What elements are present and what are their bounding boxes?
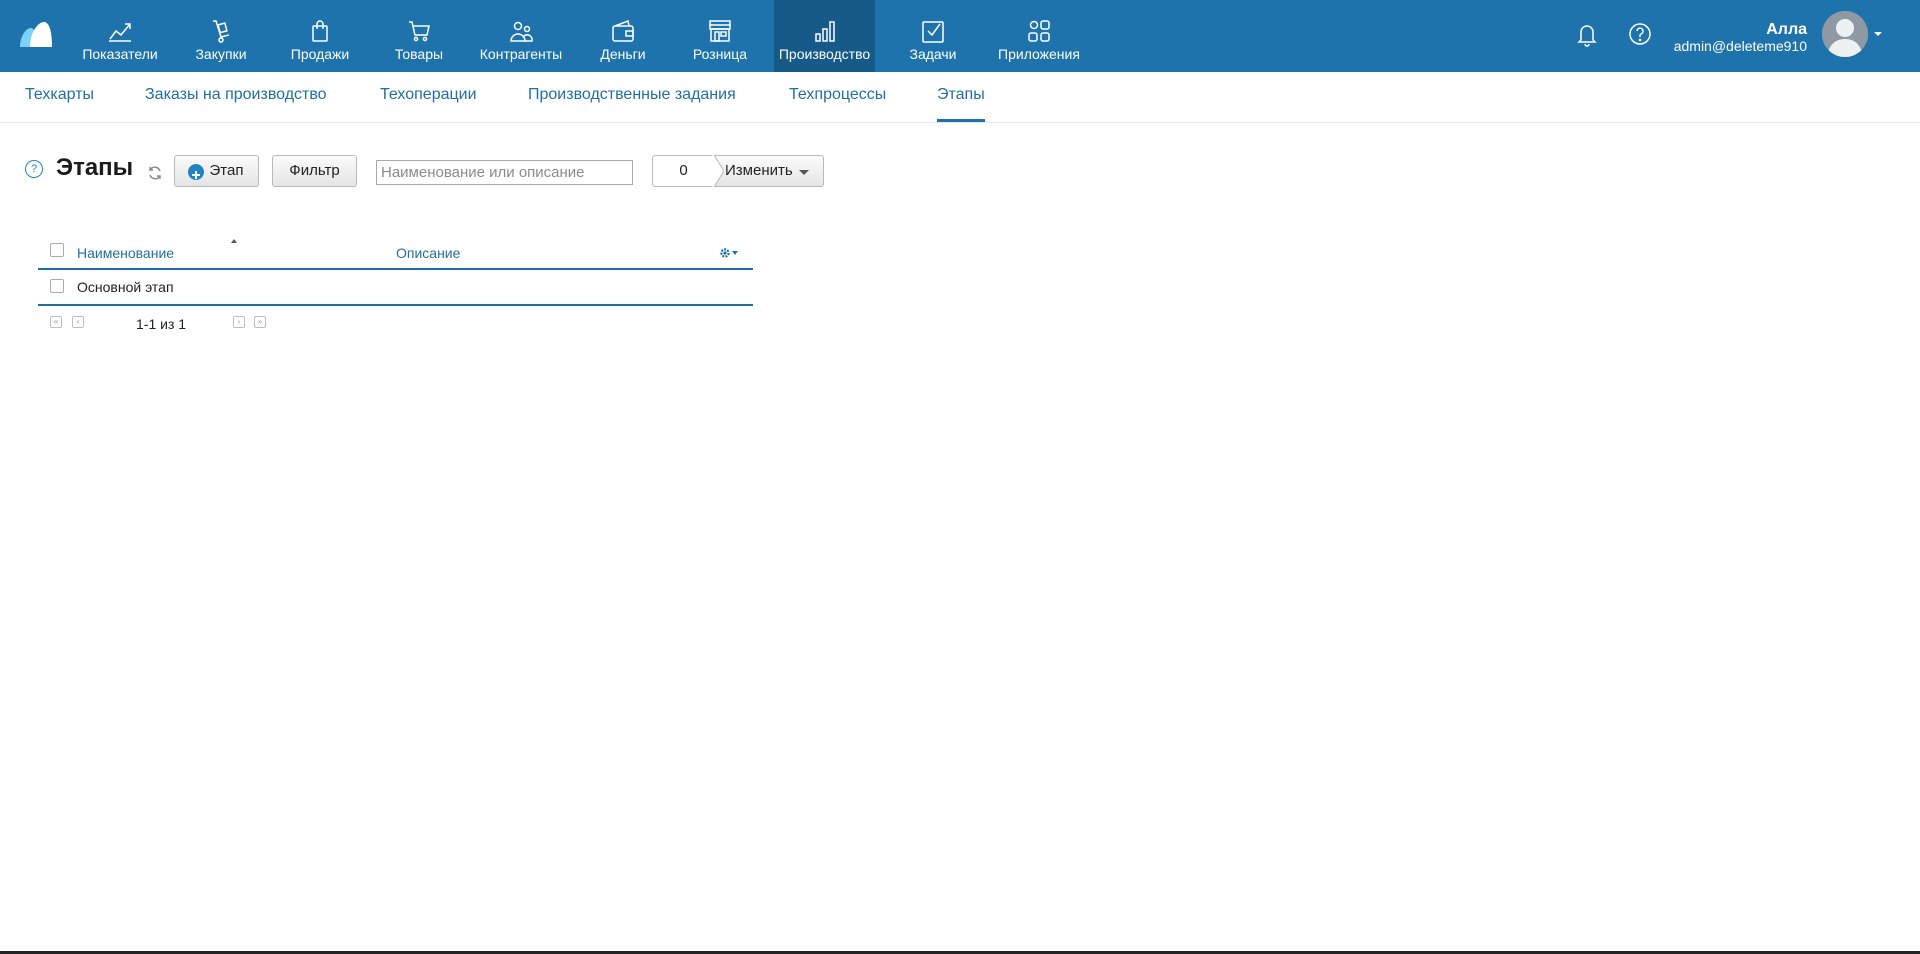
select-all-checkbox[interactable] xyxy=(50,243,64,257)
filter-button[interactable]: Фильтр xyxy=(272,155,357,187)
page-help-icon[interactable]: ? xyxy=(25,160,43,178)
row-checkbox[interactable] xyxy=(50,279,64,293)
next-page-icon[interactable]: › xyxy=(233,316,245,328)
chart-line-icon xyxy=(109,23,131,42)
nav-item-production[interactable]: Производство xyxy=(774,0,875,72)
people-icon xyxy=(510,21,533,42)
nav-item-goods[interactable]: Товары xyxy=(388,0,450,72)
pagination-range: 1-1 из 1 xyxy=(136,316,187,332)
tab-production-tasks[interactable]: Производственные задания xyxy=(528,86,736,120)
hand-truck-icon xyxy=(213,20,230,43)
table-row[interactable]: Основной этап xyxy=(38,270,753,306)
bell-icon[interactable] xyxy=(1573,20,1601,48)
help-icon[interactable] xyxy=(1626,20,1654,48)
user-silhouette-icon xyxy=(1822,11,1868,57)
user-name[interactable]: Алла xyxy=(1766,21,1807,39)
sub-navigation: Техкарты Заказы на производство Техопера… xyxy=(0,72,1920,123)
nav-item-sales[interactable]: Продажи xyxy=(284,0,356,72)
tab-production-orders[interactable]: Заказы на производство xyxy=(145,86,327,120)
nav-item-tasks[interactable]: Задачи xyxy=(904,0,962,72)
table-header: Наименование Описание xyxy=(38,236,753,270)
checkbox-icon xyxy=(922,21,944,43)
nav-item-counterparties[interactable]: Контрагенты xyxy=(474,0,568,72)
tab-techprocesses[interactable]: Техпроцессы xyxy=(789,86,886,120)
apps-grid-icon xyxy=(1028,20,1050,42)
nav-item-label: Показатели xyxy=(82,46,158,62)
nav-item-label: Продажи xyxy=(290,46,350,62)
nav-item-label: Производство xyxy=(778,46,871,62)
first-page-icon[interactable]: « xyxy=(50,316,62,328)
change-button[interactable]: Изменить xyxy=(714,155,824,187)
caret-down-icon xyxy=(799,170,809,175)
page-title: Этапы xyxy=(56,154,134,181)
tab-techcards[interactable]: Техкарты xyxy=(25,86,94,120)
nav-item-apps[interactable]: Приложения xyxy=(995,0,1083,72)
nav-item-label: Задачи xyxy=(909,46,957,62)
nav-item-label: Деньги xyxy=(600,46,646,62)
change-label: Изменить xyxy=(725,162,793,179)
tab-techoperations[interactable]: Техоперации xyxy=(380,86,477,120)
selected-count: 0 xyxy=(652,155,714,187)
nav-item-purchases[interactable]: Закупки xyxy=(186,0,256,72)
nav-item-retail[interactable]: Розница xyxy=(686,0,754,72)
column-header-name[interactable]: Наименование xyxy=(77,245,174,261)
counter-arrow-shape xyxy=(712,155,724,187)
nav-item-label: Розница xyxy=(692,46,748,62)
row-name[interactable]: Основной этап xyxy=(77,279,174,295)
last-page-icon[interactable]: » xyxy=(254,316,266,328)
plus-circle-icon xyxy=(188,164,204,180)
sort-ascending-icon xyxy=(231,239,237,243)
nav-item-label: Приложения xyxy=(998,46,1080,62)
nav-item-label: Контрагенты xyxy=(479,46,563,62)
factory-chart-icon xyxy=(814,21,835,42)
nav-item-indicators[interactable]: Показатели xyxy=(76,0,164,72)
column-header-description[interactable]: Описание xyxy=(396,245,460,261)
nav-item-label: Закупки xyxy=(195,46,247,62)
moysklad-logo-icon[interactable] xyxy=(18,20,54,48)
nav-item-money[interactable]: Деньги xyxy=(594,0,652,72)
store-icon xyxy=(709,20,731,42)
add-stage-label: Этап xyxy=(209,162,244,179)
search-input[interactable] xyxy=(376,160,633,185)
wallet-icon xyxy=(612,19,634,42)
add-stage-button[interactable]: Этап xyxy=(174,155,259,187)
chevron-down-icon[interactable] xyxy=(1874,32,1882,36)
avatar[interactable] xyxy=(1822,11,1868,57)
user-email[interactable]: admin@deleteme910 xyxy=(1674,38,1807,54)
gear-icon[interactable] xyxy=(719,247,743,259)
tab-stages[interactable]: Этапы xyxy=(937,86,985,122)
top-navigation-bar: Показатели Закупки Продажи Товары Контра… xyxy=(0,0,1920,72)
nav-item-label: Товары xyxy=(394,46,444,62)
cart-icon xyxy=(409,21,430,42)
refresh-icon[interactable] xyxy=(147,165,163,181)
prev-page-icon[interactable]: ‹ xyxy=(72,316,84,328)
pagination: « ‹ 1-1 из 1 › » xyxy=(38,316,338,334)
shopping-bag-icon xyxy=(312,20,328,42)
